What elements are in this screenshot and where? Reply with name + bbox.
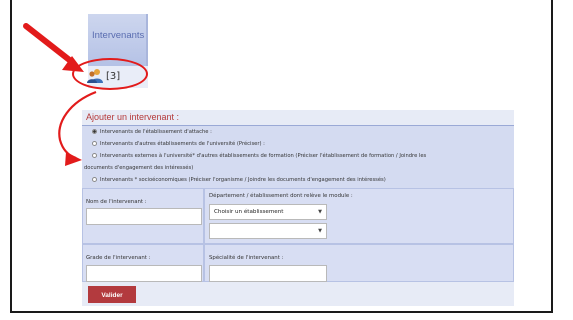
specialty-input[interactable] (209, 265, 327, 282)
option-externes[interactable]: Intervenants externes à l'université* d'… (92, 153, 426, 159)
name-cell: Nom de l'intervenant : (82, 188, 204, 244)
radio-icon[interactable] (92, 141, 97, 146)
chevron-down-icon: ▼ (318, 209, 322, 215)
radio-icon[interactable] (92, 177, 97, 182)
option-label: Intervenants d'autres établissements de … (100, 141, 265, 147)
name-input[interactable] (86, 208, 202, 225)
department-label: Département / établissement dont relève … (209, 193, 353, 199)
option-externes-continuation: documents d'engagement des intéressés) (84, 165, 193, 171)
option-universite[interactable]: Intervenants d'autres établissements de … (92, 141, 265, 147)
second-select[interactable]: ▼ (209, 223, 327, 239)
specialty-cell: Spécialité de l'intervenant : (204, 244, 514, 282)
add-intervenant-form: Ajouter un intervenant : Intervenants de… (82, 110, 514, 306)
validate-button[interactable]: Valider (88, 286, 136, 303)
establishment-select[interactable]: Choisir un établissement ▼ (209, 204, 327, 220)
radio-checked-icon[interactable] (92, 129, 97, 134)
grade-label: Grade de l'intervenant : (86, 255, 151, 261)
option-label: documents d'engagement des intéressés) (84, 165, 194, 171)
option-label: Intervenants de l'établissement d'attach… (100, 129, 212, 135)
option-etablissement[interactable]: Intervenants de l'établissement d'attach… (92, 129, 212, 135)
grade-input[interactable] (86, 265, 202, 282)
radio-icon[interactable] (92, 153, 97, 158)
option-label: Intervenants * socioéconomiques (Précise… (100, 177, 386, 183)
option-socioeconomiques[interactable]: Intervenants * socioéconomiques (Précise… (92, 177, 386, 183)
specialty-label: Spécialité de l'intervenant : (209, 255, 284, 261)
option-label: Intervenants externes à l'université* d'… (100, 153, 427, 159)
name-label: Nom de l'intervenant : (86, 199, 147, 205)
chevron-down-icon: ▼ (318, 228, 322, 234)
department-cell: Département / établissement dont relève … (204, 188, 514, 244)
grade-cell: Grade de l'intervenant : (82, 244, 204, 282)
highlight-ellipse (72, 58, 148, 90)
intervenant-type-options: Intervenants de l'établissement d'attach… (82, 126, 514, 188)
select-value: Choisir un établissement (214, 209, 284, 215)
form-title: Ajouter un intervenant : (86, 112, 180, 122)
tab-label: Intervenants (92, 30, 145, 41)
